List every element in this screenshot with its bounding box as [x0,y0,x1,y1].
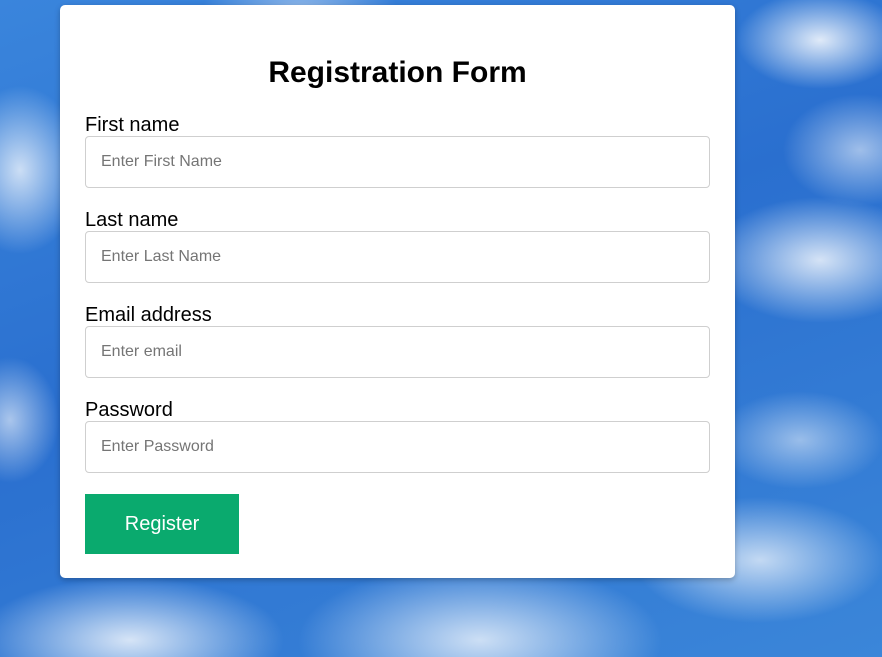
last-name-label: Last name [85,209,179,231]
email-group: Email address [85,304,710,378]
first-name-group: First name [85,114,710,188]
last-name-input[interactable] [85,231,710,283]
email-label: Email address [85,304,212,326]
registration-card: Registration Form First name Last name E… [60,5,735,578]
form-title: Registration Form [268,56,527,89]
first-name-input[interactable] [85,136,710,188]
first-name-label: First name [85,114,180,136]
register-button[interactable]: Register [85,494,239,554]
last-name-group: Last name [85,209,710,283]
password-label: Password [85,399,173,421]
email-input[interactable] [85,326,710,378]
password-input[interactable] [85,421,710,473]
password-group: Password [85,399,710,473]
